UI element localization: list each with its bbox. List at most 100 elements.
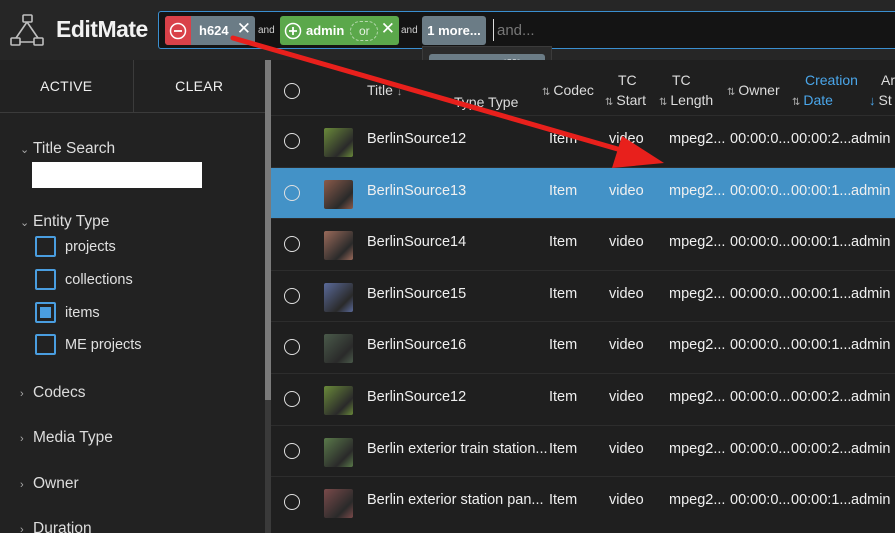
filter-chip-h624[interactable]: h624 ✕ <box>165 16 255 45</box>
tab-active[interactable]: ACTIVE <box>0 60 133 112</box>
table-row[interactable]: BerlinSource12 Item video mpeg2... 00:00:0..… <box>271 115 895 166</box>
cell-tc-start: 00:00:0... <box>730 492 790 509</box>
table-row[interactable]: Berlin exterior station pan... Item video m… <box>271 476 895 527</box>
checkbox[interactable] <box>35 269 56 290</box>
entity-type-header[interactable]: ⌄ Entity Type <box>20 213 109 231</box>
filter-chip-admin[interactable]: admin or ✕ <box>280 16 399 45</box>
more-filters-chip[interactable]: 1 more... <box>422 16 486 45</box>
sort-icon: ⇅ <box>542 87 551 98</box>
entity-type-projects[interactable]: projects <box>35 236 116 257</box>
brand-name: EditMate <box>56 16 148 42</box>
column-owner[interactable]: ⇅ Owner <box>727 80 780 103</box>
search-input[interactable] <box>493 19 693 41</box>
table-row[interactable]: BerlinSource14 Item video mpeg2... 00:00:0..… <box>271 218 895 269</box>
cell-type: Item <box>549 285 578 302</box>
remove-filter-icon[interactable]: ✕ <box>237 19 251 39</box>
select-all-radio[interactable] <box>284 83 300 99</box>
codecs-header[interactable]: › Codecs <box>20 384 86 402</box>
joiner-label: and <box>258 25 275 36</box>
column-label: TC <box>672 72 691 88</box>
entity-type-items[interactable]: items <box>35 302 100 323</box>
cell-codec: mpeg2... <box>669 131 726 147</box>
column-label: Codec <box>553 82 594 98</box>
row-select-radio[interactable] <box>284 184 300 201</box>
filter-chip-label: admin <box>306 23 345 38</box>
duration-header[interactable]: › Duration <box>20 520 92 533</box>
cell-tc-length: 00:00:1... <box>791 492 851 509</box>
checkbox-label: items <box>65 304 100 321</box>
thumbnail <box>324 231 353 261</box>
search-bar[interactable]: h624 ✕ and admin or ✕ and 1 more... <box>158 11 895 49</box>
column-label: Length <box>670 92 714 108</box>
row-select-radio[interactable] <box>284 287 300 304</box>
column-label: Start <box>616 92 646 108</box>
thumbnail <box>324 282 353 312</box>
owner-header[interactable]: › Owner <box>20 475 79 493</box>
column-label: Creation <box>805 72 858 88</box>
checkbox[interactable] <box>35 334 56 355</box>
include-icon[interactable] <box>280 16 306 45</box>
cell-owner: admin <box>851 389 891 405</box>
column-codec[interactable]: ⇅ Codec <box>542 80 594 103</box>
chevron-right-icon: › <box>20 479 24 491</box>
table-row[interactable]: BerlinSource15 Item video mpeg2... 00:00:0..… <box>271 269 895 321</box>
cell-tc-length: 00:00:1... <box>791 285 851 302</box>
remove-filter-icon[interactable]: ✕ <box>381 19 395 39</box>
cell-owner: admin <box>851 182 891 199</box>
title-search-input[interactable] <box>32 162 202 188</box>
row-select-radio[interactable] <box>284 442 300 459</box>
cell-owner: admin <box>851 492 891 509</box>
cell-type: Item <box>549 131 578 147</box>
column-title[interactable]: Title ↓ <box>367 80 405 103</box>
cell-tc-length: 00:00:1... <box>791 337 851 354</box>
column-tc-length[interactable]: TC ⇅ Length <box>659 70 713 113</box>
row-select-radio[interactable] <box>284 391 300 407</box>
column-type[interactable]: Type Type <box>454 92 518 112</box>
entity-type-collections[interactable]: collections <box>35 269 133 290</box>
joiner-label: and <box>401 25 418 36</box>
media-type-header[interactable]: › Media Type <box>20 429 113 447</box>
thumbnail <box>324 128 353 157</box>
column-label: TC <box>618 72 637 88</box>
column-label: Title <box>367 82 393 98</box>
row-select-radio[interactable] <box>284 339 300 356</box>
cell-title: BerlinSource12 <box>367 389 467 405</box>
table-row[interactable]: BerlinSource12 Item video mpeg2... 00:00:0..… <box>271 373 895 424</box>
cell-type: Item <box>549 440 578 457</box>
cell-codec: mpeg2... <box>669 389 726 405</box>
cell-owner: admin <box>851 131 891 147</box>
cell-codec: mpeg2... <box>669 492 726 509</box>
table-row[interactable]: BerlinSource13 Item video mpeg2... 00:00:0..… <box>271 166 895 218</box>
section-label: Entity Type <box>33 213 110 230</box>
cell-type: Item <box>549 492 578 509</box>
thumbnail <box>324 437 353 467</box>
editmate-logo-icon <box>10 14 44 46</box>
column-tc-start[interactable]: TC ⇅ Start <box>605 70 646 113</box>
cell-codec: mpeg2... <box>669 234 726 251</box>
row-select-radio[interactable] <box>284 494 300 511</box>
thumbnail <box>324 386 353 415</box>
row-select-radio[interactable] <box>284 236 300 253</box>
or-toggle[interactable]: or <box>350 20 379 41</box>
column-extra[interactable]: Ar ↓ St <box>869 70 895 111</box>
tab-clear[interactable]: CLEAR <box>132 60 266 112</box>
checkbox-checked[interactable] <box>35 302 56 323</box>
cell-tc-start: 00:00:0... <box>730 389 790 405</box>
column-creation-date[interactable]: Creation ⇅ Date <box>792 70 858 113</box>
cell-type: Item <box>549 389 578 405</box>
exclude-icon[interactable] <box>165 16 191 45</box>
sort-icon: ⇅ <box>659 97 668 108</box>
filter-chip-label: h624 <box>199 23 229 38</box>
column-label: Date <box>803 92 833 108</box>
checkbox[interactable] <box>35 236 56 257</box>
table-row[interactable]: BerlinSource16 Item video mpeg2... 00:00:0..… <box>271 321 895 372</box>
cell-tc-length: 00:00:2... <box>791 389 851 405</box>
cell-tc-start: 00:00:0... <box>730 337 790 354</box>
section-label: Owner <box>33 475 79 492</box>
title-search-header[interactable]: ⌄ Title Search <box>20 140 115 158</box>
row-select-radio[interactable] <box>284 133 300 149</box>
table-row[interactable]: Berlin exterior train station... Item vide… <box>271 424 895 476</box>
entity-type-me-projects[interactable]: ME projects <box>35 334 142 355</box>
thumbnail <box>324 179 353 209</box>
cell-title: BerlinSource16 <box>367 337 467 354</box>
